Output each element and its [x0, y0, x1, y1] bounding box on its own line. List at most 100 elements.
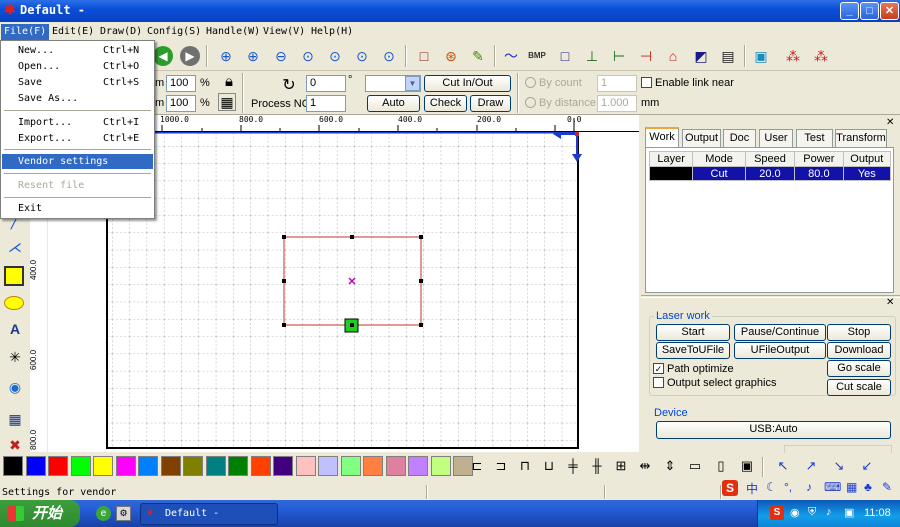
polyline-tool-icon[interactable]: ⋌: [4, 236, 26, 258]
ime-punct-icon[interactable]: °,: [784, 480, 792, 494]
maximize-button[interactable]: □: [860, 2, 879, 20]
color-swatch[interactable]: [295, 456, 316, 476]
zoom-select-icon[interactable]: ⊙: [351, 45, 373, 67]
menu-handle[interactable]: Handle(W): [203, 24, 263, 40]
laser-panel-close-icon[interactable]: ✕: [886, 297, 894, 308]
rectangle-tool-icon[interactable]: [4, 266, 24, 286]
ufile-output-button[interactable]: UFileOutput: [734, 342, 826, 359]
ellipse-tool-icon[interactable]: [4, 296, 24, 310]
same-width-icon[interactable]: ▭: [684, 455, 706, 477]
process-no-input[interactable]: 1: [306, 95, 346, 112]
output-select-checkbox[interactable]: [653, 377, 664, 388]
rotate-icon[interactable]: ↻: [278, 75, 300, 97]
distribute-h-icon[interactable]: ⇹: [634, 455, 656, 477]
align-center-v-icon[interactable]: ╪: [562, 455, 584, 477]
color-swatch[interactable]: [93, 456, 113, 476]
download-button[interactable]: Download: [827, 342, 891, 359]
align-h-icon[interactable]: ⊢: [608, 45, 630, 67]
color-swatch[interactable]: [228, 456, 248, 476]
laser-head-icon[interactable]: ⌂: [662, 45, 684, 67]
path-optimize-checkbox[interactable]: ✓: [653, 363, 664, 374]
menu-draw[interactable]: Draw(D): [97, 24, 145, 40]
same-size-icon[interactable]: ▣: [736, 455, 758, 477]
delete-tool-icon[interactable]: ✖: [4, 434, 26, 456]
zoom-window-icon[interactable]: ⊙: [297, 45, 319, 67]
distribute-v-icon[interactable]: ⇕: [659, 455, 681, 477]
task-default[interactable]: ✱ Default -: [140, 503, 278, 525]
lock-icon[interactable]: 🔒︎: [218, 71, 240, 93]
check-button[interactable]: Check: [424, 95, 467, 112]
color-swatch[interactable]: [408, 456, 428, 476]
menu-file[interactable]: File(F): [1, 24, 50, 40]
square-icon[interactable]: □: [554, 45, 576, 67]
menu-item-exit[interactable]: Exit: [2, 201, 153, 216]
menu-help[interactable]: Help(H): [308, 24, 356, 40]
ime-moon-icon[interactable]: ☾: [766, 480, 777, 494]
by-distance-input[interactable]: 1.000: [597, 95, 637, 112]
menu-config[interactable]: Config(S): [144, 24, 204, 40]
ime-mic-icon[interactable]: ♪: [806, 480, 812, 494]
close-button[interactable]: ✕: [880, 2, 899, 20]
by-count-input[interactable]: 1: [597, 75, 637, 92]
color-swatch[interactable]: [160, 456, 181, 476]
move-bottom-right-icon[interactable]: ↘: [828, 455, 850, 477]
tray-sound-icon[interactable]: ♪: [826, 506, 832, 518]
tab-work[interactable]: Work: [645, 127, 679, 148]
color-swatch[interactable]: [430, 456, 451, 476]
cut-scale-button[interactable]: Cut scale: [827, 379, 891, 396]
tray-network-icon[interactable]: ◉: [790, 506, 800, 519]
enable-link-near-checkbox[interactable]: [641, 77, 652, 88]
color-swatch[interactable]: [385, 456, 406, 476]
minimize-button[interactable]: _: [840, 2, 859, 20]
tab-user[interactable]: User: [759, 129, 793, 147]
align-center-h-icon[interactable]: ╫: [586, 455, 608, 477]
menu-item-save-as[interactable]: Save As...: [2, 91, 153, 106]
laser-head-tool-icon[interactable]: ◉: [4, 376, 26, 398]
align-right-icon[interactable]: ⊐: [490, 455, 512, 477]
zoom-out-icon[interactable]: ⊖: [270, 45, 292, 67]
align-top-icon[interactable]: ⊓: [514, 455, 536, 477]
pause-continue-button[interactable]: Pause/Continue: [734, 324, 826, 341]
edit-doc-icon[interactable]: ◩: [690, 45, 712, 67]
same-height-icon[interactable]: ▯: [710, 455, 732, 477]
zoom-plus-icon[interactable]: ⊕: [242, 45, 264, 67]
array-icon[interactable]: ⁂: [782, 45, 804, 67]
table-row[interactable]: Cut 20.0 80.0 Yes: [648, 166, 892, 181]
menu-item-open[interactable]: Open... Ctrl+O: [2, 59, 153, 74]
tree-icon[interactable]: ⊥: [581, 45, 603, 67]
zoom-page-icon[interactable]: ⊙: [324, 45, 346, 67]
auto-button[interactable]: Auto: [367, 95, 420, 112]
chevron-down-icon[interactable]: ▼: [405, 76, 420, 91]
ime-tools-icon[interactable]: ✎: [882, 480, 892, 494]
align-left-icon[interactable]: ⊏: [466, 455, 488, 477]
color-swatch[interactable]: [70, 456, 91, 476]
tab-output[interactable]: Output: [682, 129, 721, 147]
polyline-icon[interactable]: 〜: [500, 45, 522, 67]
color-swatch[interactable]: [250, 456, 271, 476]
browser-icon[interactable]: e: [96, 506, 111, 521]
tab-test[interactable]: Test: [796, 129, 833, 147]
bmp-icon[interactable]: BMP: [526, 45, 548, 67]
stop-button[interactable]: Stop: [827, 324, 891, 341]
tray-display-icon[interactable]: ▣: [844, 506, 854, 519]
grid-tool-icon[interactable]: ▦: [4, 408, 26, 430]
node-edit-icon[interactable]: ⊛: [440, 45, 462, 67]
align-v-icon[interactable]: ⊣: [635, 45, 657, 67]
align-center-icon[interactable]: ⊞: [610, 455, 632, 477]
ime-keyboard-icon[interactable]: ⌨: [824, 480, 841, 494]
monitor-icon[interactable]: ▣: [750, 45, 772, 67]
ime-chinese-icon[interactable]: 中: [746, 480, 758, 497]
zoom-all-icon[interactable]: ⊙: [378, 45, 400, 67]
draw-button[interactable]: Draw: [470, 95, 511, 112]
color-swatch[interactable]: [138, 456, 158, 476]
speed-cell[interactable]: 20.0: [744, 166, 796, 181]
color-swatch[interactable]: [273, 456, 293, 476]
panel-close-icon[interactable]: ✕: [886, 117, 894, 128]
angle-input[interactable]: 0: [306, 75, 346, 92]
cut-in-out-button[interactable]: Cut In/Out: [424, 75, 511, 92]
color-swatch[interactable]: [25, 456, 46, 476]
menu-item-import[interactable]: Import... Ctrl+I: [2, 115, 153, 130]
point-tool-icon[interactable]: ✳: [4, 346, 26, 368]
go-scale-button[interactable]: Go scale: [827, 360, 891, 377]
menu-item-vendor-settings[interactable]: Vendor settings: [2, 154, 153, 169]
